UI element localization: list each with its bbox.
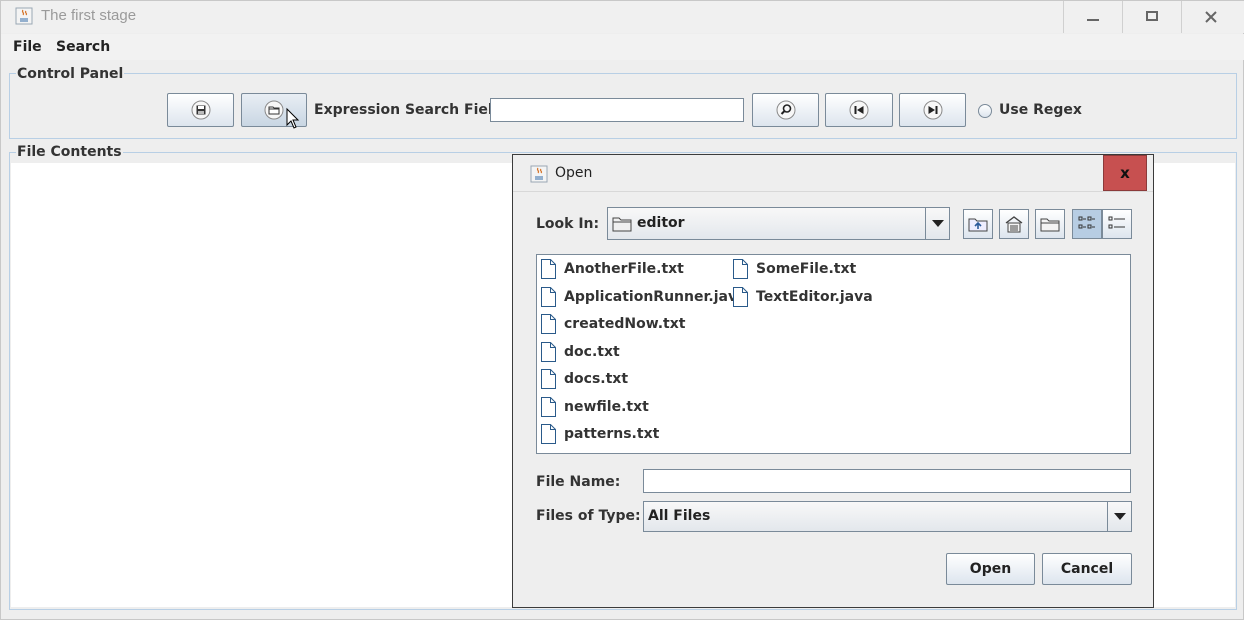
- file-icon: [541, 396, 556, 417]
- files-of-type-dropdown-arrow[interactable]: [1107, 502, 1131, 531]
- list-view-icon: [1078, 216, 1095, 229]
- files-of-type-value: All Files: [648, 508, 711, 524]
- file-list-item-label: doc.txt: [564, 343, 620, 360]
- list-view-button[interactable]: [1072, 209, 1102, 239]
- menu-file[interactable]: File: [13, 39, 42, 55]
- files-of-type-label: Files of Type:: [536, 508, 641, 524]
- save-button[interactable]: [167, 93, 234, 127]
- look-in-combo[interactable]: editor: [607, 207, 950, 240]
- file-icon: [541, 341, 556, 362]
- file-name-input[interactable]: [643, 469, 1131, 493]
- minimize-button[interactable]: [1063, 1, 1121, 33]
- file-list[interactable]: AnotherFile.txt ApplicationRunner.java cre…: [536, 254, 1131, 454]
- file-list-item-label: createdNow.txt: [564, 316, 686, 332]
- look-in-label: Look In:: [536, 216, 600, 232]
- menu-search[interactable]: Search: [56, 39, 110, 55]
- expression-search-input[interactable]: [490, 98, 744, 122]
- open-folder-icon: [264, 100, 284, 120]
- details-view-icon: [1108, 216, 1125, 229]
- file-list-item-label: docs.txt: [564, 371, 629, 387]
- maximize-button[interactable]: [1122, 1, 1180, 33]
- search-field-label: Expression Search Field: [314, 102, 503, 118]
- search-icon: [776, 100, 795, 120]
- new-folder-button[interactable]: [1035, 209, 1065, 239]
- minimize-icon: [1086, 19, 1099, 21]
- file-icon: [541, 259, 556, 279]
- file-list-item[interactable]: SomeFile.txt: [732, 258, 856, 280]
- next-match-button[interactable]: [899, 93, 966, 127]
- file-contents-legend: File Contents: [16, 144, 123, 160]
- file-list-item[interactable]: TextEditor.java: [732, 286, 873, 308]
- new-folder-icon: [1040, 218, 1060, 232]
- previous-match-button[interactable]: [825, 93, 893, 127]
- open-dialog: Open x Look In: editor AnotherFile.txt A…: [512, 154, 1154, 608]
- java-app-icon: [530, 165, 548, 183]
- maximize-icon: [1145, 11, 1158, 21]
- open-file-button[interactable]: Open: [946, 553, 1035, 585]
- search-button[interactable]: [752, 93, 819, 127]
- file-list-item[interactable]: AnotherFile.txt: [540, 258, 684, 280]
- up-one-level-button[interactable]: [963, 209, 993, 239]
- save-icon: [191, 100, 210, 120]
- details-view-button[interactable]: [1102, 209, 1132, 239]
- file-icon: [541, 314, 556, 334]
- file-icon: [733, 286, 748, 307]
- file-icon: [541, 424, 556, 444]
- home-button[interactable]: [999, 209, 1029, 239]
- use-regex-label[interactable]: Use Regex: [999, 102, 1082, 118]
- file-list-item-label: ApplicationRunner.java: [564, 288, 747, 305]
- dialog-title-bar: Open x: [513, 155, 1153, 192]
- close-button[interactable]: [1181, 1, 1239, 33]
- menu-bar: File Search: [1, 34, 1244, 60]
- look-in-dropdown-arrow[interactable]: [925, 208, 949, 239]
- file-icon: [541, 286, 556, 307]
- close-icon: [1204, 11, 1217, 23]
- main-window: The first stage File Search Control Pane…: [0, 0, 1244, 620]
- file-icon: [733, 259, 748, 279]
- file-list-item[interactable]: ApplicationRunner.java: [540, 286, 747, 308]
- skip-next-icon: [923, 100, 942, 120]
- file-list-item-label: patterns.txt: [564, 426, 660, 442]
- file-list-item[interactable]: createdNow.txt: [540, 313, 685, 335]
- file-list-item[interactable]: docs.txt: [540, 368, 628, 390]
- file-list-item[interactable]: doc.txt: [540, 341, 620, 363]
- file-list-item[interactable]: patterns.txt: [540, 423, 659, 445]
- java-app-icon: [15, 7, 33, 25]
- chevron-down-icon: [931, 219, 944, 227]
- dialog-close-button[interactable]: x: [1103, 155, 1147, 191]
- window-title: The first stage: [41, 7, 137, 24]
- skip-previous-icon: [849, 100, 869, 120]
- file-list-item[interactable]: newfile.txt: [540, 396, 649, 418]
- file-name-label: File Name:: [536, 474, 621, 490]
- use-regex-radio[interactable]: [978, 104, 992, 118]
- cancel-button[interactable]: Cancel: [1042, 553, 1132, 585]
- dialog-title: Open: [555, 165, 593, 181]
- home-icon: [1005, 216, 1023, 233]
- chevron-down-icon: [1113, 512, 1126, 520]
- look-in-value: editor: [637, 215, 685, 231]
- title-bar: The first stage: [1, 1, 1244, 33]
- up-folder-icon: [968, 218, 988, 232]
- control-panel-legend: Control Panel: [16, 66, 125, 82]
- folder-icon: [612, 217, 632, 232]
- file-list-item-label: TextEditor.java: [756, 288, 873, 305]
- file-list-item-label: newfile.txt: [564, 398, 649, 415]
- mouse-cursor-icon: [286, 107, 300, 129]
- file-list-item-label: AnotherFile.txt: [564, 261, 684, 277]
- file-icon: [541, 369, 556, 389]
- files-of-type-combo[interactable]: All Files: [643, 501, 1132, 532]
- file-list-item-label: SomeFile.txt: [756, 261, 857, 277]
